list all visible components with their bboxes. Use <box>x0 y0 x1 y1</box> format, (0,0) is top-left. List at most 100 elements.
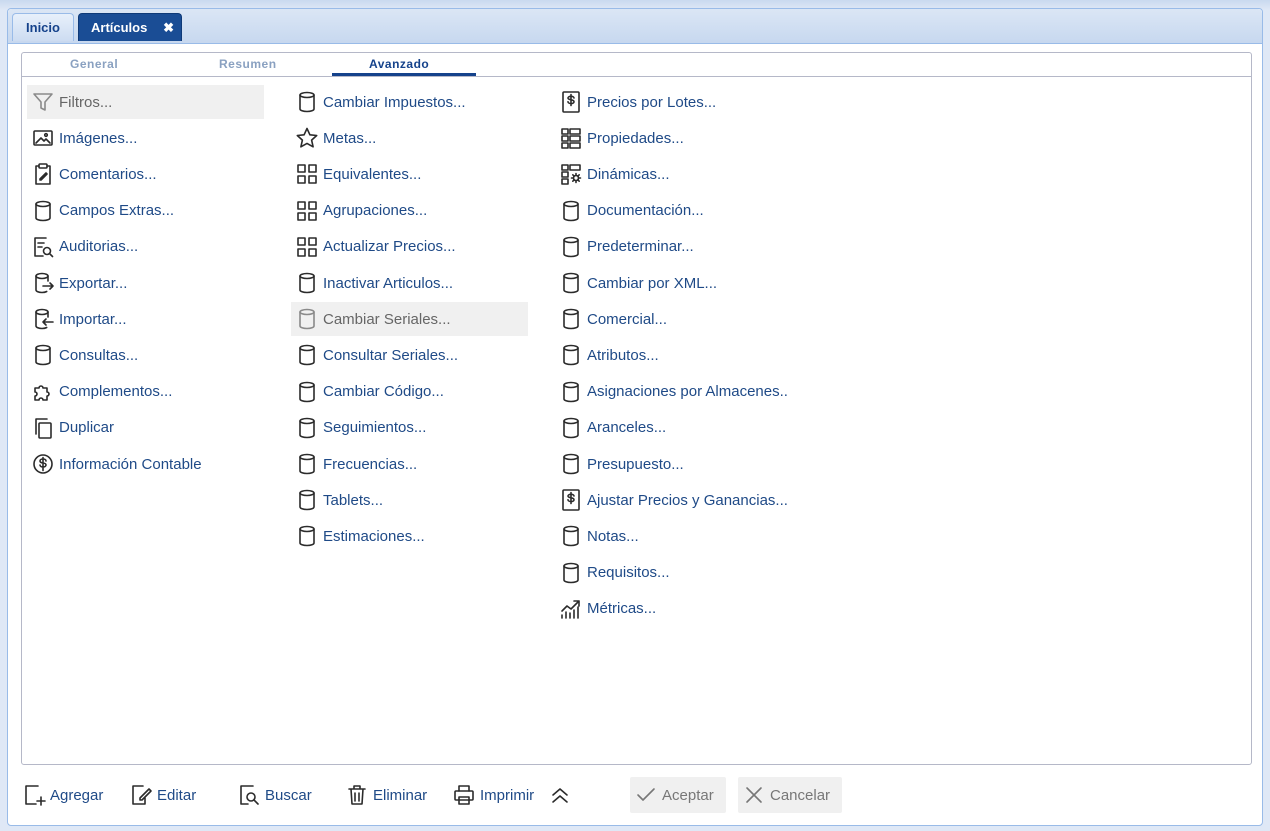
option-item[interactable]: Consultas... <box>27 338 138 372</box>
database-icon <box>31 343 55 367</box>
option-item[interactable]: Campos Extras... <box>27 194 174 228</box>
option-item[interactable]: Requisitos... <box>555 556 670 590</box>
database-icon <box>559 271 583 295</box>
option-item[interactable]: Filtros... <box>27 85 264 119</box>
close-icon[interactable]: ✖ <box>163 20 174 36</box>
database-icon <box>559 416 583 440</box>
option-item[interactable]: Estimaciones... <box>291 519 425 553</box>
collapse-button[interactable] <box>544 777 576 813</box>
option-item[interactable]: Complementos... <box>27 375 172 409</box>
tab-articulos-label: Artículos <box>91 20 148 35</box>
option-item[interactable]: Cambiar por XML... <box>555 266 717 300</box>
option-item[interactable]: Auditorias... <box>27 230 138 264</box>
database-icon <box>31 199 55 223</box>
option-item[interactable]: Cambiar Impuestos... <box>291 85 466 119</box>
option-item[interactable]: Cambiar Seriales... <box>291 302 528 337</box>
check-icon <box>634 783 658 807</box>
option-item[interactable]: Metas... <box>291 121 376 155</box>
option-item[interactable]: Imágenes... <box>27 121 137 155</box>
option-item-label: Duplicar <box>59 419 115 437</box>
option-item-label: Información Contable <box>59 455 202 473</box>
grid-icon <box>295 235 319 259</box>
accept-button[interactable]: Aceptar <box>630 777 726 813</box>
tab-inicio[interactable]: Inicio <box>12 13 74 41</box>
edit-button[interactable]: Editar <box>125 777 196 813</box>
option-item-label: Presupuesto... <box>587 455 684 473</box>
clipboard-edit-icon <box>31 162 55 186</box>
option-item[interactable]: Inactivar Articulos... <box>291 266 453 300</box>
option-item-label: Exportar... <box>59 274 128 292</box>
option-item[interactable]: Duplicar <box>27 411 114 445</box>
delete-button[interactable]: Eliminar <box>341 777 427 813</box>
image-icon <box>31 126 55 150</box>
print-button[interactable]: Imprimir <box>448 777 534 813</box>
search-label: Buscar <box>265 786 312 804</box>
option-item[interactable]: Consultar Seriales... <box>291 338 458 372</box>
option-item-label: Cambiar Código... <box>323 383 444 401</box>
tab-avanzado[interactable]: Avanzado <box>369 57 429 71</box>
option-item-label: Inactivar Articulos... <box>323 274 454 292</box>
database-icon <box>559 235 583 259</box>
option-item-label: Agrupaciones... <box>323 202 428 220</box>
option-item[interactable]: Precios por Lotes... <box>555 85 716 119</box>
option-item[interactable]: Notas... <box>555 519 639 553</box>
option-item[interactable]: Información Contable <box>27 447 202 481</box>
database-icon <box>559 199 583 223</box>
chart-up-icon <box>559 597 583 621</box>
tab-general[interactable]: General <box>70 57 118 71</box>
option-item-label: Campos Extras... <box>59 202 175 220</box>
option-item[interactable]: Atributos... <box>555 338 659 372</box>
add-button[interactable]: Agregar <box>18 777 103 813</box>
option-item[interactable]: Métricas... <box>555 592 656 626</box>
edit-icon <box>129 783 153 807</box>
option-item[interactable]: Actualizar Precios... <box>291 230 456 264</box>
accept-label: Aceptar <box>662 786 714 804</box>
database-icon <box>559 561 583 585</box>
option-item[interactable]: Equivalentes... <box>291 157 421 191</box>
option-item[interactable]: Importar... <box>27 302 127 336</box>
option-item-label: Propiedades... <box>587 129 684 147</box>
option-item-label: Consultas... <box>59 346 139 364</box>
option-item-label: Atributos... <box>587 346 659 364</box>
database-icon <box>559 452 583 476</box>
grid-icon <box>295 162 319 186</box>
list-gear-icon <box>559 162 583 186</box>
tab-articulos[interactable]: Artículos ✖ <box>78 13 182 41</box>
grid-icon <box>295 199 319 223</box>
option-item[interactable]: Predeterminar... <box>555 230 694 264</box>
option-item[interactable]: Comercial... <box>555 302 667 336</box>
option-item[interactable]: Comentarios... <box>27 157 157 191</box>
option-item[interactable]: Cambiar Código... <box>291 375 444 409</box>
option-item[interactable]: Asignaciones por Almacenes.. <box>555 375 788 409</box>
bottom-toolbar: Agregar Editar Buscar Eliminar Imprimir … <box>8 777 1262 817</box>
close-x-icon <box>742 783 766 807</box>
option-item[interactable]: Presupuesto... <box>555 447 684 481</box>
option-item[interactable]: Frecuencias... <box>291 447 417 481</box>
database-icon <box>295 343 319 367</box>
option-item[interactable]: Exportar... <box>27 266 127 300</box>
star-icon <box>295 126 319 150</box>
filter-icon <box>31 90 55 114</box>
cancel-button[interactable]: Cancelar <box>738 777 843 813</box>
option-item-label: Importar... <box>59 310 127 328</box>
option-item[interactable]: Propiedades... <box>555 121 684 155</box>
option-item[interactable]: Documentación... <box>555 194 704 228</box>
option-item-label: Precios por Lotes... <box>587 93 717 111</box>
search-button[interactable]: Buscar <box>233 777 312 813</box>
database-icon <box>295 307 319 331</box>
option-item-label: Asignaciones por Almacenes.. <box>587 383 788 401</box>
option-item[interactable]: Ajustar Precios y Ganancias... <box>555 483 788 517</box>
option-item-label: Consultar Seriales... <box>323 346 459 364</box>
active-tab-indicator <box>332 73 476 76</box>
double-chevron-up-icon <box>548 783 572 807</box>
option-item[interactable]: Agrupaciones... <box>291 194 427 228</box>
option-item[interactable]: Aranceles... <box>555 411 666 445</box>
option-item[interactable]: Dinámicas... <box>555 157 670 191</box>
option-item[interactable]: Seguimientos... <box>291 411 426 445</box>
database-icon <box>295 380 319 404</box>
option-item-label: Imágenes... <box>59 129 138 147</box>
option-item-label: Complementos... <box>59 383 173 401</box>
database-icon <box>295 452 319 476</box>
option-item[interactable]: Tablets... <box>291 483 383 517</box>
tab-resumen[interactable]: Resumen <box>219 57 277 71</box>
